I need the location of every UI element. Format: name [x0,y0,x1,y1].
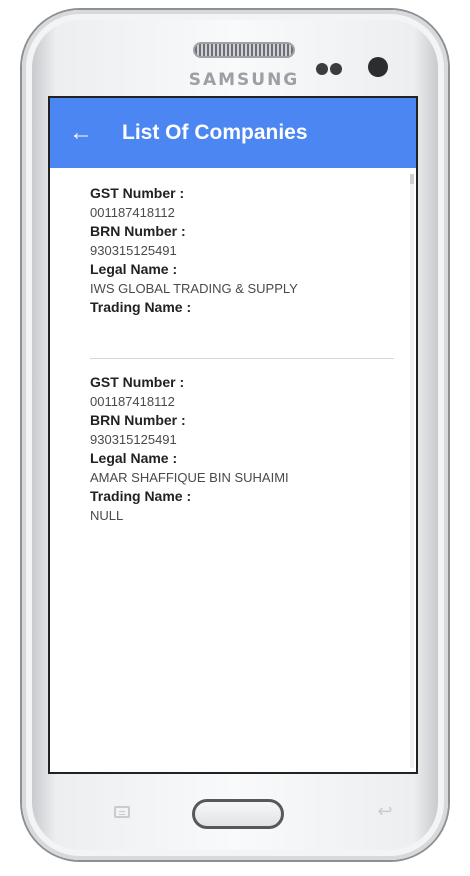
gst-number: 001187418112 [90,394,175,409]
trading-name-label: Trading Name : [90,299,192,315]
arrow-left-icon[interactable]: ← [52,98,110,168]
app-bar: ← List Of Companies [50,98,416,168]
scroll-thumb[interactable] [410,174,414,184]
brn-label: BRN Number : [90,223,186,239]
company-card: GST Number : 001187418112 BRN Number : 9… [90,168,394,354]
menu-icon[interactable] [114,806,130,818]
trading-name [90,317,394,336]
device-brand: SAMSUNG [188,70,300,90]
legal-name-label: Legal Name : [90,261,178,277]
trading-name-label: Trading Name : [90,488,192,504]
device-nav-bar: ↩ [74,792,394,834]
legal-name: AMAR SHAFFIQUE BIN SUHAIMI [90,470,289,485]
sensor-dot [316,63,328,75]
trading-name: NULL [90,508,124,523]
scrollbar[interactable] [410,174,414,768]
brn-label: BRN Number : [90,412,186,428]
gst-label: GST Number : [90,374,185,390]
page-title: List Of Companies [122,121,308,144]
app-screen: ← List Of Companies GST Number : 0011874… [48,96,418,774]
phone-frame: SAMSUNG ← List Of Companies GST Number :… [22,10,448,860]
legal-name: IWS GLOBAL TRADING & SUPPLY [90,281,298,296]
company-card: GST Number : 001187418112 BRN Number : 9… [90,358,394,543]
brn-number: 930315125491 [90,432,177,447]
gst-label: GST Number : [90,185,185,201]
gst-number: 001187418112 [90,205,175,220]
brn-number: 930315125491 [90,243,177,258]
earpiece [193,42,295,58]
company-list: GST Number : 001187418112 BRN Number : 9… [50,168,416,772]
back-arrow-icon[interactable]: ↩ [376,802,394,820]
front-camera [368,57,388,77]
legal-name-label: Legal Name : [90,450,178,466]
home-button[interactable] [192,799,284,829]
sensor-dot [330,63,342,75]
